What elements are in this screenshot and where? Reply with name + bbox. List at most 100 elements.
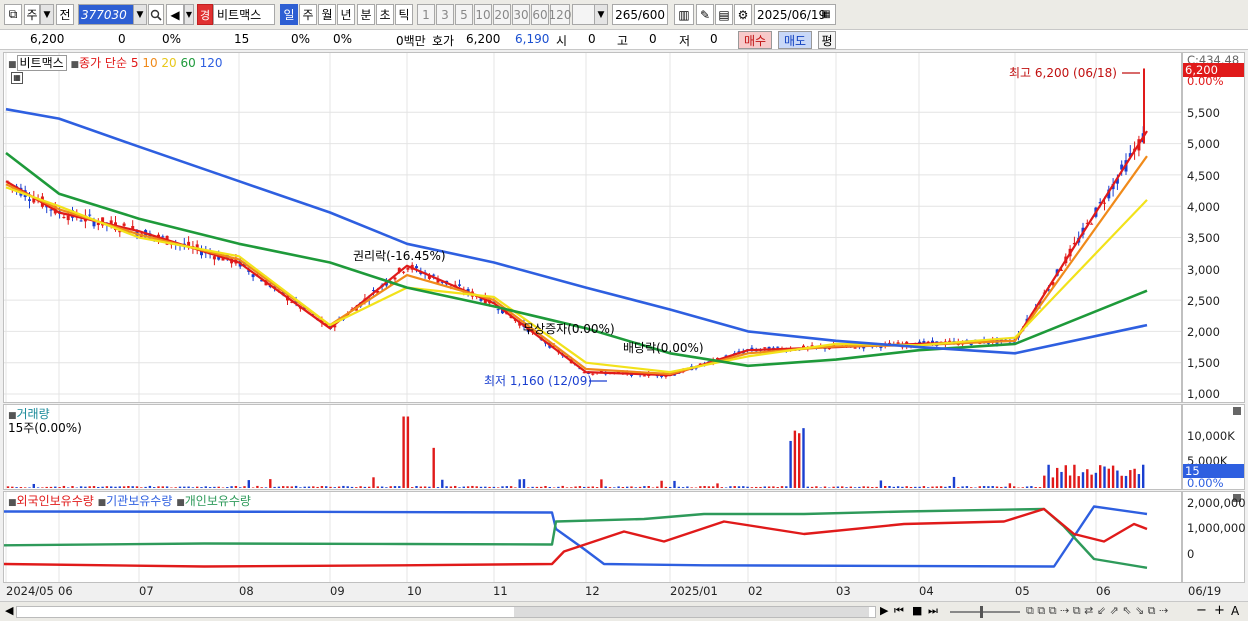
- institution-holdings-line: [4, 505, 1148, 568]
- volume-bar: [316, 486, 319, 488]
- count-value: 265: [615, 7, 639, 22]
- volume-bar: [772, 486, 775, 488]
- period-day[interactable]: 일: [280, 4, 298, 25]
- period-year[interactable]: 년: [337, 4, 355, 25]
- zoom-out-icon[interactable]: −: [1196, 603, 1207, 618]
- scroll-right-icon[interactable]: ▶: [880, 604, 888, 617]
- speaker-icon[interactable]: ◀: [166, 4, 184, 25]
- volume-bar: [836, 486, 840, 488]
- volume-bar: [613, 487, 616, 488]
- period-week[interactable]: 주: [299, 4, 317, 25]
- interval-1[interactable]: 1: [417, 4, 435, 25]
- volume-bar: [995, 486, 999, 488]
- volume-bar: [282, 486, 285, 488]
- calendar-icon[interactable]: ▦: [818, 4, 834, 25]
- x-label: 2025/01: [670, 584, 718, 598]
- stop-icon[interactable]: ■: [912, 604, 922, 617]
- scroll-left-icon[interactable]: ◀: [5, 604, 13, 617]
- volume-bar: [793, 430, 797, 488]
- font-size-icon[interactable]: A: [1231, 604, 1239, 618]
- speaker-dropdown-icon[interactable]: ▼: [184, 4, 194, 25]
- count-field[interactable]: 265/600: [612, 4, 668, 25]
- period-tick[interactable]: 틱: [395, 4, 413, 25]
- volume-bar: [802, 428, 805, 488]
- interval-60[interactable]: 60: [531, 4, 549, 25]
- volume-bar: [982, 486, 986, 488]
- zoom-slider-handle[interactable]: [980, 606, 983, 618]
- eval-button[interactable]: 평: [818, 31, 836, 49]
- scrollbar-thumb[interactable]: [514, 607, 869, 617]
- price-chart-panel[interactable]: 최고 6,200 (06/18) 최저 1,160 (12/09) 권리락(-16.…: [3, 52, 1182, 403]
- volume-bar: [1038, 487, 1042, 488]
- volume-bar: [901, 486, 904, 488]
- period-second[interactable]: 초: [376, 4, 394, 25]
- volume-bar: [892, 486, 895, 488]
- volume-bar: [716, 483, 719, 488]
- volume-bar: [970, 487, 973, 488]
- volume-bar: [909, 486, 913, 488]
- volume-bar: [527, 487, 530, 488]
- candle-body: [763, 347, 767, 349]
- prev-button[interactable]: 전: [56, 4, 74, 25]
- volume-bar: [15, 487, 18, 488]
- volume-bar: [58, 487, 61, 488]
- x-label: 08: [239, 584, 254, 598]
- type-dropdown-icon[interactable]: ▼: [40, 4, 54, 25]
- volume-bar: [24, 487, 27, 488]
- volume-bar: [303, 486, 306, 488]
- volume-bar: [819, 487, 822, 488]
- holdings-chart-panel[interactable]: ■외국인보유수량 ■기관보유수량 ■개인보유수량: [3, 491, 1182, 583]
- stock-code-input[interactable]: 377030: [78, 4, 134, 25]
- interval-3[interactable]: 3: [436, 4, 454, 25]
- forward-icon[interactable]: ⏭: [928, 604, 938, 618]
- settings-gear-icon[interactable]: ⚙: [734, 4, 752, 25]
- calculator-icon[interactable]: ▦: [11, 72, 23, 84]
- buy-button[interactable]: 매수: [738, 31, 772, 49]
- candle-type-icon[interactable]: ▥: [674, 4, 694, 25]
- interval-30[interactable]: 30: [512, 4, 530, 25]
- draw-tool-icon[interactable]: ✎: [696, 4, 714, 25]
- volume-bar: [939, 486, 943, 488]
- sell-button[interactable]: 매도: [778, 31, 812, 49]
- horizontal-scrollbar[interactable]: [16, 606, 876, 618]
- volume-bar: [798, 433, 801, 488]
- volume-bar: [651, 487, 655, 488]
- interval-10[interactable]: 10: [474, 4, 492, 25]
- interval-20[interactable]: 20: [493, 4, 511, 25]
- volume-bar: [135, 486, 139, 488]
- y-tick: 3,500: [1187, 231, 1220, 245]
- search-icon[interactable]: [148, 4, 164, 25]
- volume-bar: [277, 486, 281, 488]
- interval-120[interactable]: 120: [549, 4, 571, 25]
- period-minute[interactable]: 분: [357, 4, 375, 25]
- legend-stock-name[interactable]: 비트맥스: [16, 55, 67, 71]
- volume-bar: [587, 486, 590, 488]
- zoom-slider[interactable]: [950, 606, 1020, 618]
- type-select[interactable]: 주: [24, 4, 40, 25]
- period-month[interactable]: 월: [318, 4, 336, 25]
- volume-bar: [1099, 465, 1102, 488]
- volume-bar: [6, 486, 10, 488]
- window-icon[interactable]: ⧉: [4, 4, 22, 25]
- period-month-label: 월: [321, 8, 333, 22]
- volume-bar: [608, 487, 612, 488]
- interval-dropdown-icon[interactable]: ▼: [594, 4, 608, 25]
- interval-5[interactable]: 5: [455, 4, 473, 25]
- layout-icons[interactable]: ⧉ ⧉ ⧉ ⇢ ⧉ ⇄ ⇙ ⇗ ⇖ ⇘ ⧉ ⇢: [1026, 604, 1168, 618]
- code-dropdown-icon[interactable]: ▼: [133, 4, 147, 25]
- volume-bar: [359, 486, 362, 488]
- volume-bar: [991, 486, 994, 488]
- volume-bar: [84, 486, 87, 488]
- zoom-in-icon[interactable]: +: [1214, 603, 1225, 618]
- save-icon[interactable]: ▤: [715, 4, 733, 25]
- rewind-icon[interactable]: ⏮: [894, 604, 904, 618]
- volume-chart-panel[interactable]: ■거래량 15주(0.00%): [3, 404, 1182, 490]
- volume-bar: [914, 486, 917, 488]
- volume-bar: [36, 487, 40, 488]
- volume-bar: [71, 486, 74, 488]
- high-value: 0: [649, 32, 657, 46]
- volume-bar: [1077, 476, 1080, 488]
- panel-close-icon[interactable]: [1233, 407, 1241, 415]
- candle-body: [96, 222, 100, 226]
- volume-bar: [905, 486, 908, 488]
